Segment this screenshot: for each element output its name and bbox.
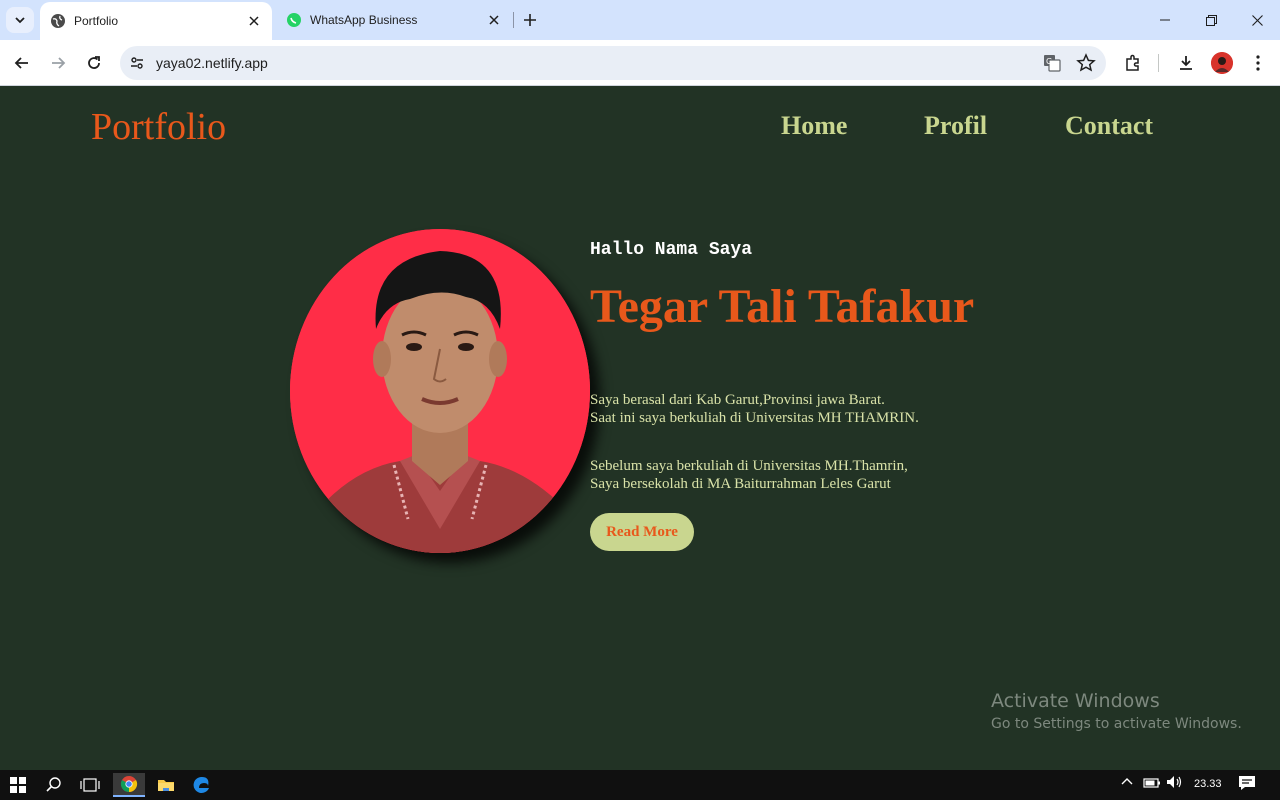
forward-button[interactable] <box>44 49 72 77</box>
svg-text:G: G <box>1046 57 1052 66</box>
profile-photo <box>290 229 590 553</box>
site-info-icon[interactable] <box>128 54 146 72</box>
translate-icon[interactable]: G <box>1042 53 1062 78</box>
extensions-button[interactable] <box>1119 49 1147 77</box>
tab-separator <box>513 12 514 28</box>
close-window-button[interactable] <box>1234 0 1280 40</box>
globe-icon <box>50 13 66 29</box>
notifications-button[interactable] <box>1238 775 1256 791</box>
puzzle-icon <box>1126 54 1139 71</box>
edge-button[interactable] <box>186 773 218 797</box>
bio-line: Saat ini saya berkuliah di Universitas M… <box>590 410 919 426</box>
bio-paragraph-2: Sebelum saya berkuliah di Universitas MH… <box>590 457 908 493</box>
action-center-icon <box>1239 776 1255 790</box>
tray-overflow-button[interactable] <box>1120 775 1134 789</box>
read-more-button[interactable]: Read More <box>590 513 694 551</box>
task-view-icon <box>80 778 100 792</box>
windows-taskbar: 23.33 <box>0 770 1280 800</box>
minimize-icon <box>1160 19 1170 21</box>
browser-toolbar: yaya02.netlify.app G <box>0 40 1280 86</box>
close-icon[interactable] <box>484 10 504 30</box>
toolbar-divider <box>1158 54 1159 72</box>
site-logo[interactable]: Portfolio <box>91 105 226 149</box>
tab-portfolio[interactable]: Portfolio <box>40 2 272 40</box>
nav-contact[interactable]: Contact <box>1065 111 1153 141</box>
arrow-right-icon <box>52 57 66 69</box>
minimize-button[interactable] <box>1142 0 1188 40</box>
restore-button[interactable] <box>1188 0 1234 40</box>
bookmark-star-icon[interactable] <box>1076 53 1096 78</box>
tab-title: Portfolio <box>74 14 119 28</box>
activate-windows-subtitle: Go to Settings to activate Windows. <box>991 716 1242 732</box>
edge-icon <box>193 776 209 793</box>
reload-button[interactable] <box>80 49 108 77</box>
menu-button[interactable] <box>1244 49 1272 77</box>
volume-icon <box>1167 776 1182 788</box>
battery-icon <box>1143 778 1160 788</box>
plus-icon <box>524 14 536 26</box>
more-vertical-icon <box>1256 55 1260 71</box>
search-button[interactable] <box>38 773 70 797</box>
portfolio-page: Portfolio Home Profil Contact Hallo Nama… <box>0 87 1280 770</box>
restore-icon <box>1205 14 1217 26</box>
task-view-button[interactable] <box>74 773 106 797</box>
close-icon <box>1251 14 1263 26</box>
activate-windows-title: Activate Windows <box>991 690 1160 712</box>
folder-icon <box>158 780 174 791</box>
windows-logo-icon <box>10 777 26 793</box>
tab-search-button[interactable] <box>6 7 34 33</box>
search-icon <box>46 777 61 792</box>
nav-profil[interactable]: Profil <box>924 111 987 141</box>
download-icon <box>1180 56 1192 70</box>
bio-paragraph-1: Saya berasal dari Kab Garut,Provinsi jaw… <box>590 391 919 427</box>
chrome-icon <box>120 776 138 793</box>
new-tab-button[interactable] <box>518 8 542 32</box>
address-bar[interactable]: yaya02.netlify.app G <box>120 46 1106 80</box>
url-text: yaya02.netlify.app <box>156 55 268 71</box>
chevron-down-icon <box>15 17 25 24</box>
bio-line: Sebelum saya berkuliah di Universitas MH… <box>590 458 908 474</box>
reload-icon <box>88 56 100 69</box>
nav-home[interactable]: Home <box>781 111 847 141</box>
taskbar-clock[interactable]: 23.33 <box>1194 778 1222 790</box>
chevron-up-icon <box>1121 778 1133 785</box>
close-icon[interactable] <box>244 11 264 31</box>
battery-button[interactable] <box>1143 775 1161 789</box>
tab-strip: Portfolio WhatsApp Business <box>0 0 1280 40</box>
bio-line: Saya berasal dari Kab Garut,Provinsi jaw… <box>590 392 885 408</box>
file-explorer-button[interactable] <box>150 773 182 797</box>
bio-line: Saya bersekolah di MA Baiturrahman Leles… <box>590 476 891 492</box>
back-button[interactable] <box>8 49 36 77</box>
tab-whatsapp-business[interactable]: WhatsApp Business <box>276 0 512 40</box>
hero-name: Tegar Tali Tafakur <box>590 280 975 333</box>
whatsapp-icon <box>286 12 302 28</box>
start-button[interactable] <box>2 773 34 797</box>
greeting-text: Hallo Nama Saya <box>590 240 753 260</box>
volume-button[interactable] <box>1166 775 1184 789</box>
chrome-taskbar-button[interactable] <box>113 773 145 797</box>
tab-title: WhatsApp Business <box>310 13 418 27</box>
profile-avatar[interactable] <box>1211 52 1233 74</box>
arrow-left-icon <box>14 57 28 69</box>
downloads-button[interactable] <box>1172 49 1200 77</box>
